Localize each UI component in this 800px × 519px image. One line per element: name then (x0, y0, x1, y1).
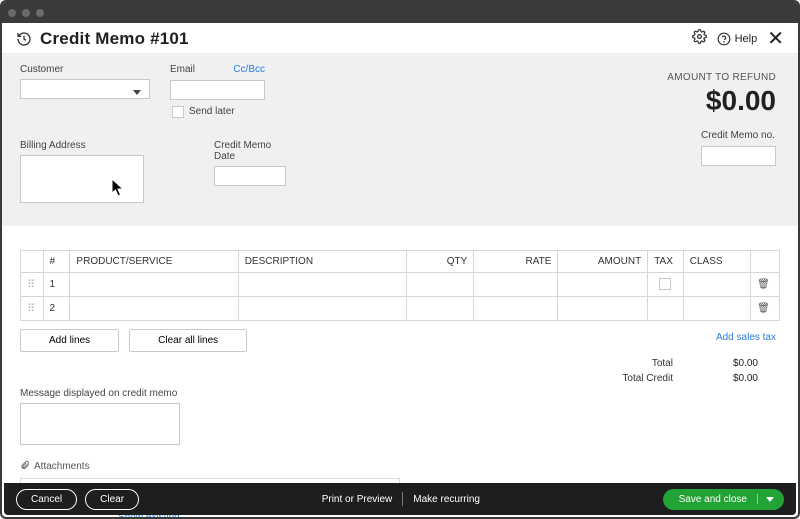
footer-divider (402, 492, 403, 506)
col-description: DESCRIPTION (238, 250, 406, 272)
table-row[interactable]: ⠿ 1 🗑 (21, 272, 780, 296)
email-label: Email Cc/Bcc (170, 64, 265, 75)
col-class: CLASS (683, 250, 750, 272)
customer-label: Customer (20, 64, 150, 75)
page-header: Credit Memo #101 Help ✕ (2, 23, 798, 54)
customer-select[interactable] (20, 79, 150, 99)
total-label: Total (608, 358, 673, 369)
col-rate: RATE (474, 250, 558, 272)
line-items-table: # PRODUCT/SERVICE DESCRIPTION QTY RATE A… (20, 250, 780, 321)
col-amount: AMOUNT (558, 250, 648, 272)
drag-handle-icon[interactable]: ⠿ (27, 303, 34, 315)
attachments-label: Attachments (34, 461, 90, 472)
chevron-down-icon[interactable] (766, 497, 774, 502)
close-icon[interactable]: ✕ (767, 29, 784, 49)
ccbcc-link[interactable]: Cc/Bcc (233, 64, 265, 75)
line-items-section: # PRODUCT/SERVICE DESCRIPTION QTY RATE A… (2, 226, 798, 352)
help-label: Help (735, 33, 758, 45)
credit-memo-no-label: Credit Memo no. (701, 130, 776, 141)
print-preview-button[interactable]: Print or Preview (322, 494, 393, 505)
clear-button[interactable]: Clear (85, 489, 139, 510)
message-section: Message displayed on credit memo (2, 388, 798, 445)
memo-date-label: Credit Memo Date (214, 140, 286, 162)
col-num: # (43, 250, 70, 272)
form-upper: Customer Email Cc/Bcc Send later AMOUNT … (2, 54, 798, 226)
settings-gear-icon[interactable] (692, 29, 707, 49)
help-button[interactable]: Help (717, 32, 758, 46)
totals-block: Total $0.00 Total Credit $0.00 (608, 358, 758, 388)
col-product: PRODUCT/SERVICE (70, 250, 238, 272)
billing-address-label: Billing Address (20, 140, 144, 151)
total-value: $0.00 (733, 358, 758, 369)
message-input[interactable] (20, 403, 180, 445)
clear-all-lines-button[interactable]: Clear all lines (129, 329, 247, 352)
amount-refund-value: $0.00 (667, 85, 776, 117)
message-label: Message displayed on credit memo (20, 388, 780, 399)
window-dot-max[interactable] (36, 9, 44, 17)
add-sales-tax-link[interactable]: Add sales tax (716, 332, 776, 343)
window-titlebar (2, 2, 798, 23)
memo-date-input[interactable] (214, 166, 286, 186)
footer-bar: Cancel Clear Print or Preview Make recur… (4, 483, 796, 515)
col-qty: QTY (406, 250, 473, 272)
history-icon[interactable] (16, 31, 32, 47)
total-credit-label: Total Credit (608, 373, 673, 384)
cancel-button[interactable]: Cancel (16, 489, 77, 510)
credit-memo-no-input[interactable] (701, 146, 776, 166)
amount-refund-label: AMOUNT TO REFUND (667, 72, 776, 83)
total-credit-value: $0.00 (733, 373, 758, 384)
drag-handle-icon[interactable]: ⠿ (27, 279, 34, 291)
delete-row-icon[interactable]: 🗑 (757, 279, 770, 290)
send-later-checkbox[interactable] (172, 106, 184, 118)
make-recurring-button[interactable]: Make recurring (413, 494, 480, 505)
table-row[interactable]: ⠿ 2 🗑 (21, 296, 780, 320)
billing-address-input[interactable] (20, 155, 144, 203)
page-title: Credit Memo #101 (40, 29, 189, 49)
tax-checkbox[interactable] (659, 278, 671, 290)
app-window: Credit Memo #101 Help ✕ (0, 0, 800, 519)
paperclip-icon (20, 459, 30, 474)
add-lines-button[interactable]: Add lines (20, 329, 119, 352)
email-input[interactable] (170, 80, 265, 100)
window-dot-close[interactable] (8, 9, 16, 17)
save-and-close-button[interactable]: Save and close (663, 489, 784, 510)
col-tax: TAX (648, 250, 684, 272)
window-dot-min[interactable] (22, 9, 30, 17)
delete-row-icon[interactable]: 🗑 (757, 303, 770, 314)
send-later-label: Send later (189, 106, 235, 117)
